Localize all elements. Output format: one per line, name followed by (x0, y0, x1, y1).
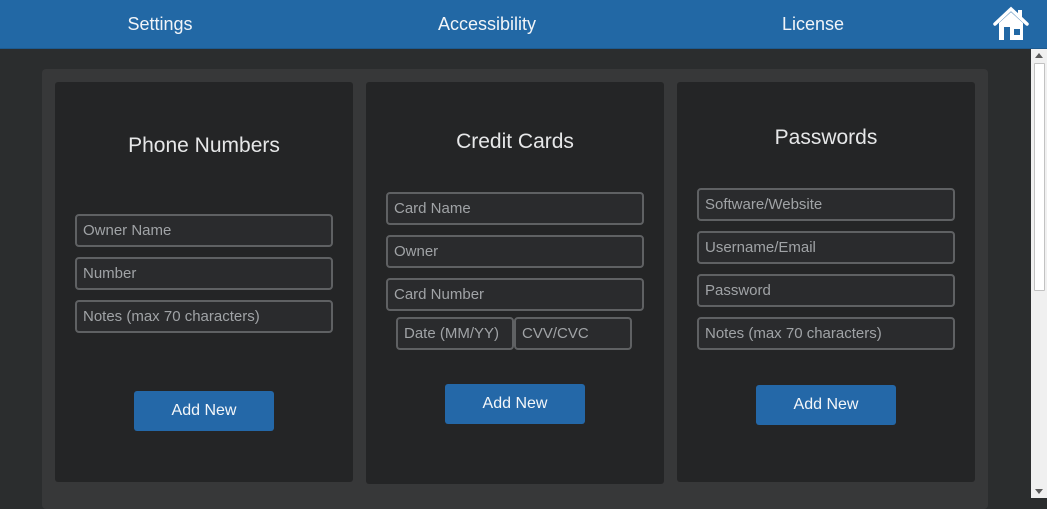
card-date-input[interactable]: Date (MM/YY) (396, 317, 514, 350)
add-password-button[interactable]: Add New (756, 385, 896, 425)
passwords-card: Passwords Software/Website Username/Emai… (677, 82, 975, 482)
home-icon (993, 6, 1029, 40)
nav-accessibility[interactable]: Accessibility (427, 13, 547, 35)
phone-notes-input[interactable]: Notes (max 70 characters) (75, 300, 333, 333)
vertical-scrollbar[interactable] (1031, 49, 1047, 498)
card-owner-input[interactable]: Owner (386, 235, 644, 268)
phone-numbers-card: Phone Numbers Owner Name Number Notes (m… (55, 82, 353, 482)
add-card-button[interactable]: Add New (445, 384, 585, 424)
scroll-down-arrow-icon[interactable] (1031, 484, 1047, 498)
software-website-input[interactable]: Software/Website (697, 188, 955, 221)
password-notes-input[interactable]: Notes (max 70 characters) (697, 317, 955, 350)
credit-cards-card: Credit Cards Card Name Owner Card Number… (366, 82, 664, 484)
card-cvv-input[interactable]: CVV/CVC (514, 317, 632, 350)
username-email-input[interactable]: Username/Email (697, 231, 955, 264)
phone-numbers-title: Phone Numbers (128, 134, 280, 157)
add-phone-button[interactable]: Add New (134, 391, 274, 431)
phone-owner-name-input[interactable]: Owner Name (75, 214, 333, 247)
scrollbar-thumb[interactable] (1034, 63, 1045, 291)
phone-number-input[interactable]: Number (75, 257, 333, 290)
password-input[interactable]: Password (697, 274, 955, 307)
home-button[interactable] (992, 5, 1030, 43)
nav-license[interactable]: License (770, 13, 856, 35)
card-name-input[interactable]: Card Name (386, 192, 644, 225)
card-number-input[interactable]: Card Number (386, 278, 644, 311)
scroll-up-arrow-icon[interactable] (1031, 49, 1047, 63)
top-nav-bar: Settings Accessibility License (0, 0, 1047, 49)
passwords-title: Passwords (774, 126, 878, 149)
nav-settings[interactable]: Settings (110, 13, 210, 35)
credit-cards-title: Credit Cards (456, 130, 574, 153)
